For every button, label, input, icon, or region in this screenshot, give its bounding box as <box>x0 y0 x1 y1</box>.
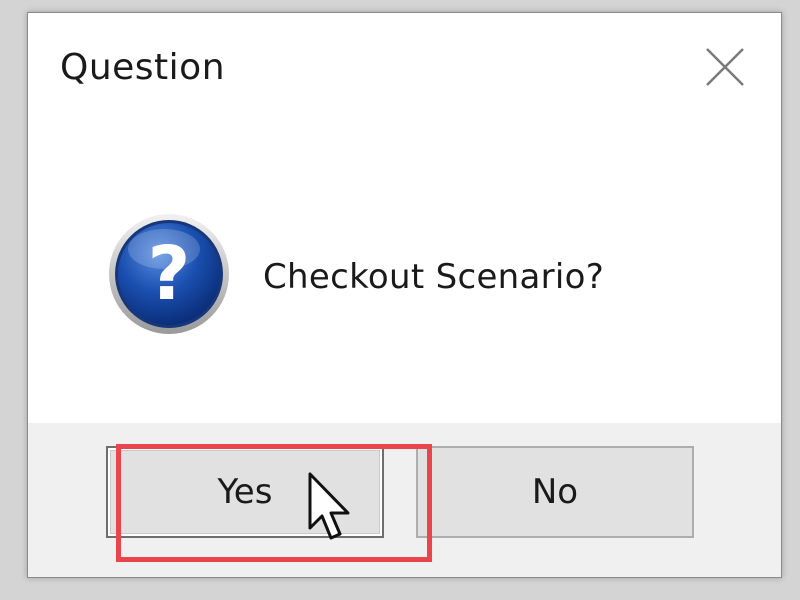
svg-text:?: ? <box>148 231 191 317</box>
dialog-message: Checkout Scenario? <box>263 257 605 297</box>
dialog-title: Question <box>60 47 226 88</box>
no-button[interactable]: No <box>416 446 694 538</box>
yes-button[interactable]: Yes <box>106 446 384 538</box>
question-icon: ? <box>106 211 232 337</box>
close-icon[interactable] <box>699 41 751 93</box>
